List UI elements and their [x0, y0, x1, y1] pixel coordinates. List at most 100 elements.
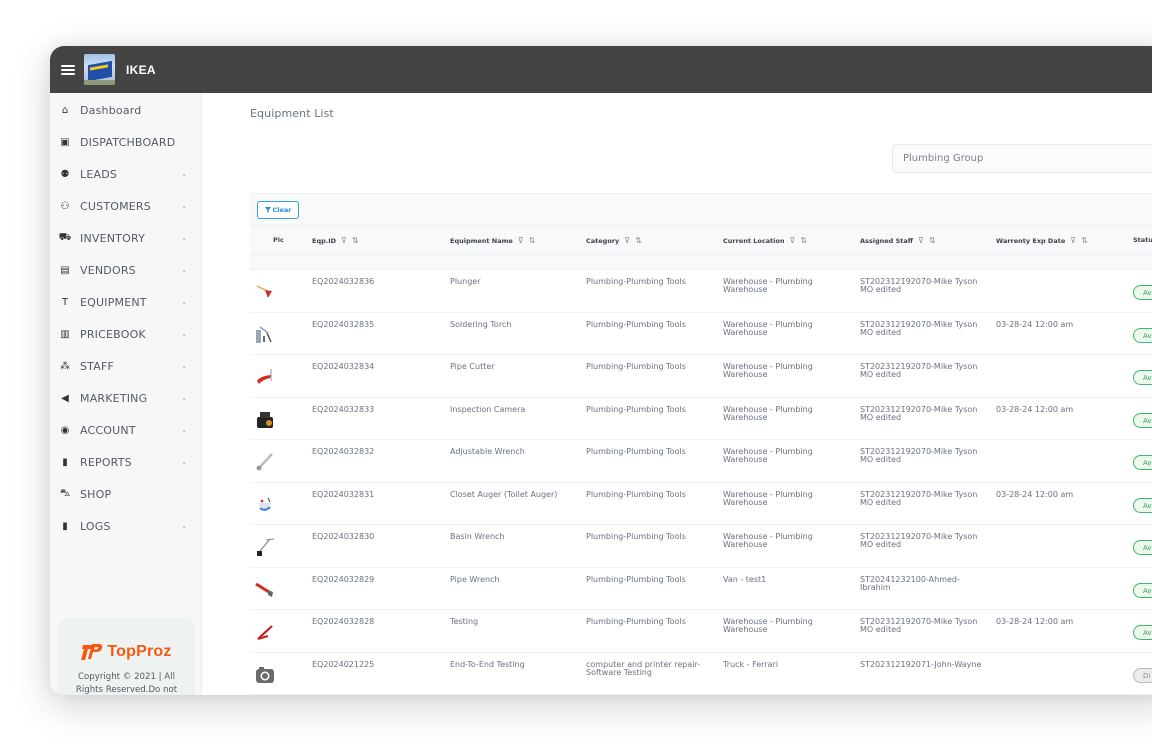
- sort-icon[interactable]: ⇅: [929, 236, 936, 245]
- chevron-down-icon[interactable]: ⌄: [181, 522, 187, 530]
- column-header-status[interactable]: Status: [1133, 236, 1152, 244]
- camera-placeholder-image[interactable]: [254, 663, 276, 685]
- inspection-camera-image[interactable]: [254, 408, 276, 430]
- red-tool-image[interactable]: [254, 620, 276, 642]
- status-badge[interactable]: Di: [1133, 667, 1152, 683]
- column-header-name[interactable]: Equipment Name ⊽ ⇅: [450, 236, 535, 245]
- cell-category: Plumbing-Plumbing Tools: [586, 319, 686, 329]
- closet-auger-image[interactable]: [254, 493, 276, 515]
- column-header-location[interactable]: Current Location ⊽ ⇅: [723, 236, 807, 245]
- cell-id[interactable]: EQ2024032828: [312, 618, 432, 626]
- sort-icon[interactable]: ⇅: [529, 236, 536, 245]
- sidebar-item-customers[interactable]: ⚇ CUSTOMERS ⌄: [50, 190, 201, 222]
- sidebar-item-shop[interactable]: ⛍ SHOP: [50, 478, 201, 510]
- sort-icon[interactable]: ⇅: [1081, 236, 1088, 245]
- cell-staff: ST202312192071-John-Wayne: [860, 659, 982, 669]
- chevron-down-icon[interactable]: ⌄: [181, 458, 187, 466]
- adjustable-wrench-image[interactable]: [254, 450, 276, 472]
- cell-name: Adjustable Wrench: [450, 447, 525, 456]
- sidebar-item-equipment[interactable]: T EQUIPMENT ⌄: [50, 286, 201, 318]
- sort-icon[interactable]: ⇅: [635, 236, 642, 245]
- sort-icon[interactable]: ⇅: [800, 236, 807, 245]
- chevron-down-icon[interactable]: ⌄: [181, 330, 187, 338]
- sidebar-item-logs[interactable]: ▮ LOGS ⌄: [50, 510, 201, 542]
- clear-filters-button[interactable]: Clear: [257, 201, 299, 219]
- table-row[interactable]: EQ2024032828 Testing Plumbing-Plumbing Too…: [250, 610, 1152, 653]
- cell-staff: ST20241232100-Ahmed-Ibrahim: [860, 574, 960, 592]
- cell-id[interactable]: EQ2024032834: [312, 363, 432, 371]
- status-badge[interactable]: Av: [1133, 370, 1152, 385]
- cell-name: Closet Auger (Toilet Auger): [450, 489, 558, 499]
- basin-wrench-image[interactable]: [254, 535, 276, 557]
- hamburger-icon[interactable]: [61, 64, 75, 75]
- cell-category: Plumbing-Plumbing Tools: [586, 447, 686, 456]
- chevron-down-icon[interactable]: ⌄: [181, 202, 187, 210]
- filter-icon[interactable]: ⊽: [518, 236, 524, 245]
- table-row[interactable]: EQ2024021225 End-To-End Testing computer a…: [250, 653, 1152, 695]
- sidebar-item-dispatchboard[interactable]: ▣ DISPATCHBOARD: [50, 126, 201, 158]
- column-header-warranty[interactable]: Warrenty Exp Date ⊽ ⇅: [996, 236, 1088, 245]
- status-badge[interactable]: Av: [1133, 625, 1152, 640]
- cell-staff: ST202312192070-Mike Tyson MO edited: [860, 362, 978, 379]
- filter-icon[interactable]: ⊽: [341, 236, 347, 245]
- table-body: EQ2024032836 Plunger Plumbing-Plumbing Too…: [250, 270, 1152, 695]
- sidebar-item-inventory[interactable]: ⛟ INVENTORY ⌄: [50, 222, 201, 254]
- status-badge[interactable]: Av: [1133, 327, 1152, 343]
- table-row[interactable]: EQ2024032832 Adjustable Wrench Plumbing-Pl…: [250, 440, 1152, 483]
- cell-location: Truck - Ferrari: [723, 659, 779, 669]
- sidebar-item-marketing[interactable]: ◀ MARKETING ⌄: [50, 382, 201, 414]
- chevron-down-icon[interactable]: ⌄: [181, 298, 187, 306]
- status-badge[interactable]: Av: [1133, 455, 1152, 470]
- soldering-torch-image[interactable]: [254, 323, 276, 345]
- sidebar-item-dashboard[interactable]: ⌂ Dashboard: [50, 94, 201, 126]
- filter-icon[interactable]: ⊽: [624, 236, 630, 245]
- cell-id[interactable]: EQ2024021225: [312, 660, 432, 669]
- sort-icon[interactable]: ⇅: [352, 236, 359, 245]
- group-select[interactable]: Plumbing Group: [892, 144, 1152, 173]
- filter-icon[interactable]: ⊽: [1070, 236, 1076, 245]
- status-badge[interactable]: Av: [1133, 412, 1152, 428]
- table-row[interactable]: EQ2024032836 Plunger Plumbing-Plumbing Too…: [250, 270, 1152, 313]
- sidebar-item-vendors[interactable]: ▤ VENDORS ⌄: [50, 254, 201, 286]
- chevron-down-icon[interactable]: ⌄: [181, 234, 187, 242]
- filter-icon[interactable]: ⊽: [918, 236, 924, 245]
- chevron-down-icon[interactable]: ⌄: [181, 170, 187, 178]
- cell-id[interactable]: EQ2024032835: [312, 320, 432, 329]
- chevron-down-icon[interactable]: ⌄: [181, 266, 187, 274]
- status-badge[interactable]: Av: [1133, 540, 1152, 555]
- chevron-down-icon[interactable]: ⌄: [181, 394, 187, 402]
- cell-id[interactable]: EQ2024032836: [312, 278, 432, 286]
- pipe-cutter-image[interactable]: [254, 365, 276, 387]
- sidebar-item-reports[interactable]: ▮ REPORTS ⌄: [50, 446, 201, 478]
- status-badge[interactable]: Av: [1133, 582, 1152, 598]
- table-row[interactable]: EQ2024032833 Inspection Camera Plumbing-Pl…: [250, 398, 1152, 440]
- chevron-down-icon[interactable]: ⌄: [181, 362, 187, 370]
- column-header-staff[interactable]: Assigned Staff ⊽ ⇅: [860, 236, 936, 245]
- column-header-id[interactable]: Eqp.ID ⊽ ⇅: [312, 236, 359, 245]
- column-header-label: Warrenty Exp Date: [996, 236, 1066, 245]
- table-row[interactable]: EQ2024032831 Closet Auger (Toilet Auger) P…: [250, 483, 1152, 525]
- sidebar-item-leads[interactable]: ⚉ LEADS ⌄: [50, 158, 201, 190]
- cell-id[interactable]: EQ2024032832: [312, 448, 432, 456]
- plunger-image[interactable]: [254, 280, 276, 302]
- cell-id[interactable]: EQ2024032833: [312, 405, 432, 414]
- cell-id[interactable]: EQ2024032829: [312, 575, 432, 584]
- table-row[interactable]: EQ2024032830 Basin Wrench Plumbing-Plumbin…: [250, 525, 1152, 568]
- column-header-label: Equipment Name: [450, 236, 513, 245]
- sidebar-item-pricebook[interactable]: ▥ PRICEBOOK ⌄: [50, 318, 201, 350]
- table-row[interactable]: EQ2024032829 Pipe Wrench Plumbing-Plumbing…: [250, 568, 1152, 610]
- filter-icon[interactable]: ⊽: [790, 236, 796, 245]
- status-badge[interactable]: Av: [1133, 497, 1152, 513]
- column-header-category[interactable]: Category ⊽ ⇅: [586, 236, 642, 245]
- cell-id[interactable]: EQ2024032830: [312, 533, 432, 541]
- sidebar-item-account[interactable]: ◉ ACCOUNT ⌄: [50, 414, 201, 446]
- chevron-down-icon[interactable]: ⌄: [181, 426, 187, 434]
- column-header-pic[interactable]: Pic: [273, 236, 284, 244]
- cell-id[interactable]: EQ2024032831: [312, 490, 432, 499]
- pipe-wrench-image[interactable]: [254, 578, 276, 600]
- table-row[interactable]: EQ2024032835 Soldering Torch Plumbing-Plum…: [250, 313, 1152, 355]
- table-row[interactable]: EQ2024032834 Pipe Cutter Plumbing-Plumbing…: [250, 355, 1152, 398]
- company-logo[interactable]: [84, 54, 115, 85]
- status-badge[interactable]: Av: [1133, 285, 1152, 300]
- sidebar-item-staff[interactable]: ⁂ STAFF ⌄: [50, 350, 201, 382]
